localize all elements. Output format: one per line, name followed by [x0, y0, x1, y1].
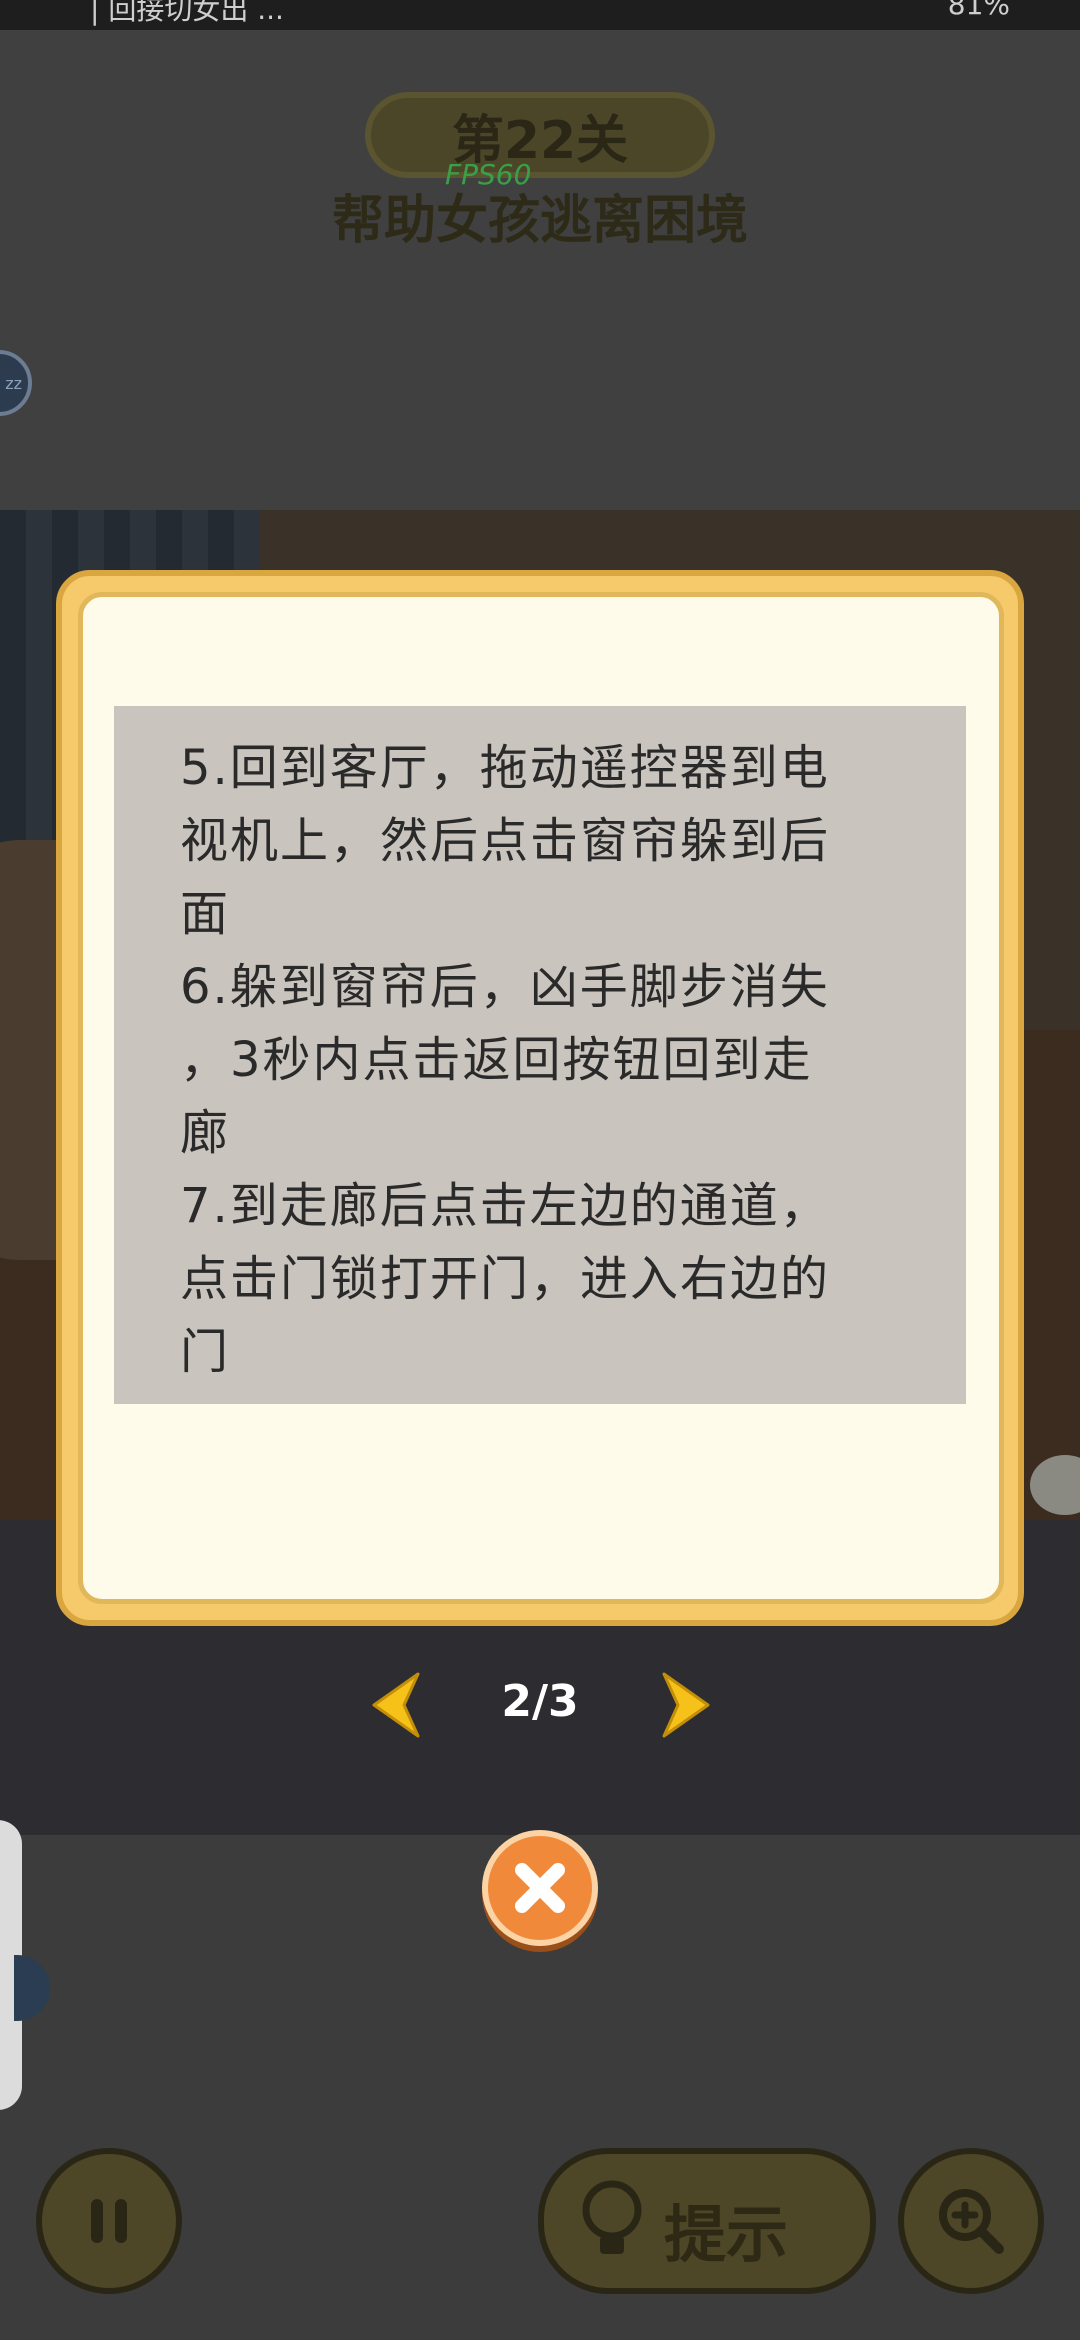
status-bar: | 回接切女出 ... 81% [0, 0, 1080, 30]
close-button[interactable] [482, 1830, 598, 1946]
hint-line: 6.躲到窗帘后，凶手脚步消失 [180, 959, 830, 1015]
pause-icon [91, 2199, 127, 2243]
hint-line: 面 [180, 886, 231, 942]
fps-counter: FPS60 [445, 158, 532, 191]
hint-line: 门 [180, 1324, 231, 1380]
next-page-button[interactable] [656, 1670, 716, 1740]
hint-line: 廊 [180, 1105, 231, 1161]
lightbulb-icon [582, 2180, 642, 2254]
zoom-in-icon [939, 2189, 1004, 2254]
hint-text-panel: 5.回到客厅，拖动遥控器到电 视机上，然后点击窗帘躲到后面 6.躲到窗帘后，凶手脚步… [114, 706, 966, 1404]
chevron-right-icon [662, 1672, 710, 1738]
level-badge: 第22关 [365, 92, 715, 178]
level-title: 帮助女孩逃离困境 [331, 191, 748, 251]
page-indicator: 2/3 [501, 1676, 579, 1727]
sleep-bubble-text: zz [5, 373, 22, 393]
hint-line: 视机上，然后点击窗帘躲到后 [180, 813, 831, 869]
hint-line: 5.回到客厅，拖动遥控器到电 [180, 740, 830, 796]
hint-button-label: 提示 [664, 2198, 789, 2271]
status-left-text: | 回接切女出 ... [90, 0, 284, 26]
hint-line: 7.到走廊后点击左边的通道， [180, 1178, 830, 1234]
close-icon [515, 1863, 565, 1913]
hint-line: 点击门锁打开门，进入右边的 [180, 1251, 831, 1307]
chevron-left-icon [372, 1672, 420, 1738]
hint-button[interactable]: 提示 [538, 2148, 876, 2294]
hint-line: ，3秒内点击返回按钮回到走 [180, 1032, 813, 1088]
zoom-button[interactable] [898, 2148, 1044, 2294]
prev-page-button[interactable] [366, 1670, 426, 1740]
pause-button[interactable] [36, 2148, 182, 2294]
battery-text: 81% [947, 0, 1010, 21]
